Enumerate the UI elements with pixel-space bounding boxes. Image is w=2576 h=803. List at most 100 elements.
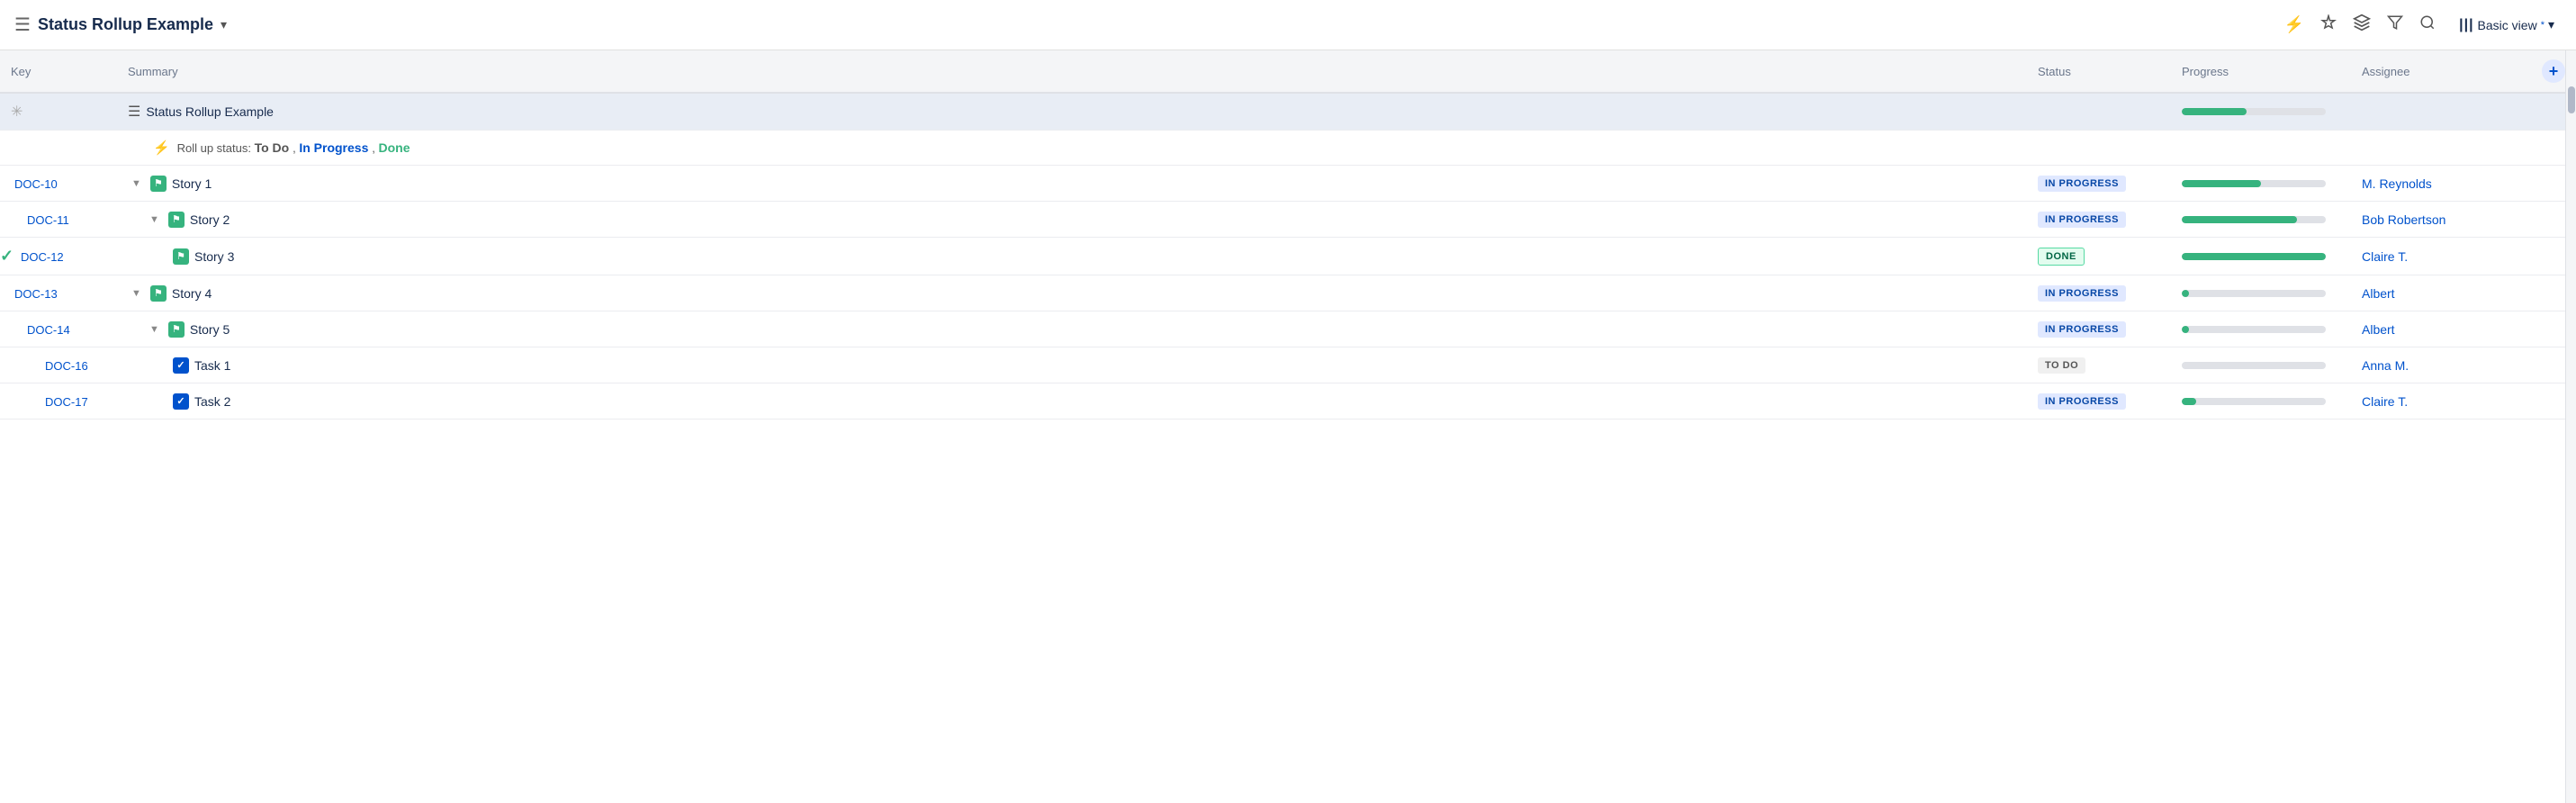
epic-summary-text: Status Rollup Example bbox=[146, 104, 274, 119]
story-type-icon bbox=[150, 176, 167, 192]
row-key-cell: DOC-10 bbox=[0, 166, 117, 202]
rollup-key-cell bbox=[0, 131, 117, 166]
row-assignee-cell: Albert bbox=[2351, 275, 2531, 311]
progress-fill bbox=[2182, 326, 2189, 333]
epic-icon: ☰ bbox=[14, 14, 31, 36]
expand-arrow-icon[interactable]: ▼ bbox=[146, 212, 163, 227]
status-badge: TO DO bbox=[2038, 357, 2085, 374]
rollup-label: Roll up status: bbox=[177, 141, 255, 155]
issue-key-link[interactable]: DOC-13 bbox=[14, 287, 58, 301]
row-assignee-cell: Claire T. bbox=[2351, 383, 2531, 420]
row-status-cell: IN PROGRESS bbox=[2027, 202, 2171, 238]
progress-bar bbox=[2182, 180, 2326, 187]
table-row: DOC-11 ▼ Story 2 IN PROGRESS bbox=[0, 202, 2576, 238]
issue-key-link[interactable]: DOC-12 bbox=[21, 250, 64, 264]
status-badge: IN PROGRESS bbox=[2038, 393, 2126, 410]
header-right: ⚡ ||| Basic view* bbox=[2284, 14, 2562, 37]
row-summary-text: Story 3 bbox=[194, 249, 234, 264]
header-left: ☰ Status Rollup Example ▾ bbox=[14, 14, 227, 36]
status-badge: IN PROGRESS bbox=[2038, 285, 2126, 302]
row-assignee-cell: M. Reynolds bbox=[2351, 166, 2531, 202]
row-key-cell: DOC-17 bbox=[0, 383, 117, 420]
row-key-cell: DOC-14 bbox=[0, 311, 117, 347]
progress-bar bbox=[2182, 253, 2326, 260]
row-progress-cell bbox=[2171, 238, 2351, 275]
table-row: DOC-13 ▼ Story 4 IN PROGRESS bbox=[0, 275, 2576, 311]
done-check-icon: ✓ bbox=[0, 247, 14, 265]
basic-view-button[interactable]: ||| Basic view* ▾ bbox=[2452, 14, 2562, 37]
row-assignee-cell: Claire T. bbox=[2351, 238, 2531, 275]
epic-type-icon: ☰ bbox=[128, 103, 140, 121]
table-row: DOC-14 ▼ Story 5 IN PROGRESS bbox=[0, 311, 2576, 347]
col-header-progress: Progress bbox=[2171, 50, 2351, 93]
filter-icon[interactable] bbox=[2387, 14, 2403, 35]
task-type-icon bbox=[173, 393, 189, 410]
view-label: Basic view bbox=[2478, 18, 2537, 32]
col-header-assignee: Assignee bbox=[2351, 50, 2531, 93]
table-row: DOC-17 Task 2 IN PROGRESS bbox=[0, 383, 2576, 420]
table-body: ✳ ☰ Status Rollup Example bbox=[0, 93, 2576, 420]
rollup-inprogress: In Progress bbox=[299, 140, 368, 155]
row-key-cell: DOC-13 bbox=[0, 275, 117, 311]
issue-key-link[interactable]: DOC-14 bbox=[27, 323, 70, 337]
issue-key-link[interactable]: DOC-11 bbox=[27, 213, 69, 227]
issue-key-link[interactable]: DOC-16 bbox=[45, 359, 88, 373]
bolt-icon[interactable]: ⚡ bbox=[2284, 15, 2304, 34]
row-progress-cell bbox=[2171, 347, 2351, 383]
status-badge: IN PROGRESS bbox=[2038, 321, 2126, 338]
pin-icon[interactable] bbox=[2320, 14, 2337, 35]
progress-bar bbox=[2182, 362, 2326, 369]
row-summary-cell: Story 3 bbox=[117, 238, 2027, 275]
assignee-link[interactable]: Albert bbox=[2362, 286, 2395, 301]
rollup-summary-cell: ⚡ Roll up status: To Do , In Progress , … bbox=[117, 131, 2531, 166]
add-column-button[interactable]: + bbox=[2542, 59, 2565, 83]
row-status-cell: DONE bbox=[2027, 238, 2171, 275]
assignee-link[interactable]: M. Reynolds bbox=[2362, 176, 2432, 191]
epic-progress-fill bbox=[2182, 108, 2247, 115]
assignee-link[interactable]: Anna M. bbox=[2362, 358, 2409, 373]
row-summary-text: Task 1 bbox=[194, 358, 230, 373]
assignee-link[interactable]: Albert bbox=[2362, 322, 2395, 337]
issue-key-link[interactable]: DOC-10 bbox=[14, 177, 58, 191]
epic-progress-cell bbox=[2171, 93, 2351, 131]
issue-key-link[interactable]: DOC-17 bbox=[45, 395, 88, 409]
row-summary-text: Story 4 bbox=[172, 286, 212, 301]
rollup-row: ⚡ Roll up status: To Do , In Progress , … bbox=[0, 131, 2576, 166]
row-key-cell: DOC-11 bbox=[0, 202, 117, 238]
story-type-icon bbox=[150, 285, 167, 302]
row-key-cell: DOC-16 bbox=[0, 347, 117, 383]
status-badge: IN PROGRESS bbox=[2038, 212, 2126, 228]
expand-arrow-icon[interactable]: ▼ bbox=[146, 322, 163, 337]
search-icon[interactable] bbox=[2419, 14, 2436, 35]
row-summary-cell: Task 2 bbox=[117, 383, 2027, 420]
layers-icon[interactable] bbox=[2353, 14, 2371, 36]
row-assignee-cell: Anna M. bbox=[2351, 347, 2531, 383]
row-summary-cell: ▼ Story 2 bbox=[117, 202, 2027, 238]
title-chevron-icon[interactable]: ▾ bbox=[221, 17, 227, 32]
row-status-cell: IN PROGRESS bbox=[2027, 166, 2171, 202]
row-progress-cell bbox=[2171, 275, 2351, 311]
scrollbar[interactable] bbox=[2565, 50, 2576, 803]
expand-arrow-icon[interactable]: ▼ bbox=[128, 286, 145, 301]
epic-assignee-cell bbox=[2351, 93, 2531, 131]
progress-bar bbox=[2182, 216, 2326, 223]
assignee-link[interactable]: Claire T. bbox=[2362, 394, 2408, 409]
row-summary-cell: ▼ Story 1 bbox=[117, 166, 2027, 202]
status-badge: DONE bbox=[2038, 248, 2085, 266]
assignee-link[interactable]: Bob Robertson bbox=[2362, 212, 2445, 227]
rollup-done: Done bbox=[378, 140, 410, 155]
epic-key-cell: ✳ bbox=[0, 93, 117, 131]
row-status-cell: TO DO bbox=[2027, 347, 2171, 383]
progress-bar bbox=[2182, 290, 2326, 297]
table-row: ✳ ☰ Status Rollup Example bbox=[0, 93, 2576, 131]
progress-bar bbox=[2182, 326, 2326, 333]
row-key-cell: ✓ DOC-12 bbox=[0, 238, 117, 275]
asterisk: * bbox=[2541, 20, 2544, 31]
scroll-thumb[interactable] bbox=[2568, 86, 2575, 113]
epic-status-cell bbox=[2027, 93, 2171, 131]
row-summary-text: Story 2 bbox=[190, 212, 230, 227]
expand-arrow-icon[interactable]: ▼ bbox=[128, 176, 145, 191]
progress-fill bbox=[2182, 398, 2196, 405]
assignee-link[interactable]: Claire T. bbox=[2362, 249, 2408, 264]
row-assignee-cell: Albert bbox=[2351, 311, 2531, 347]
